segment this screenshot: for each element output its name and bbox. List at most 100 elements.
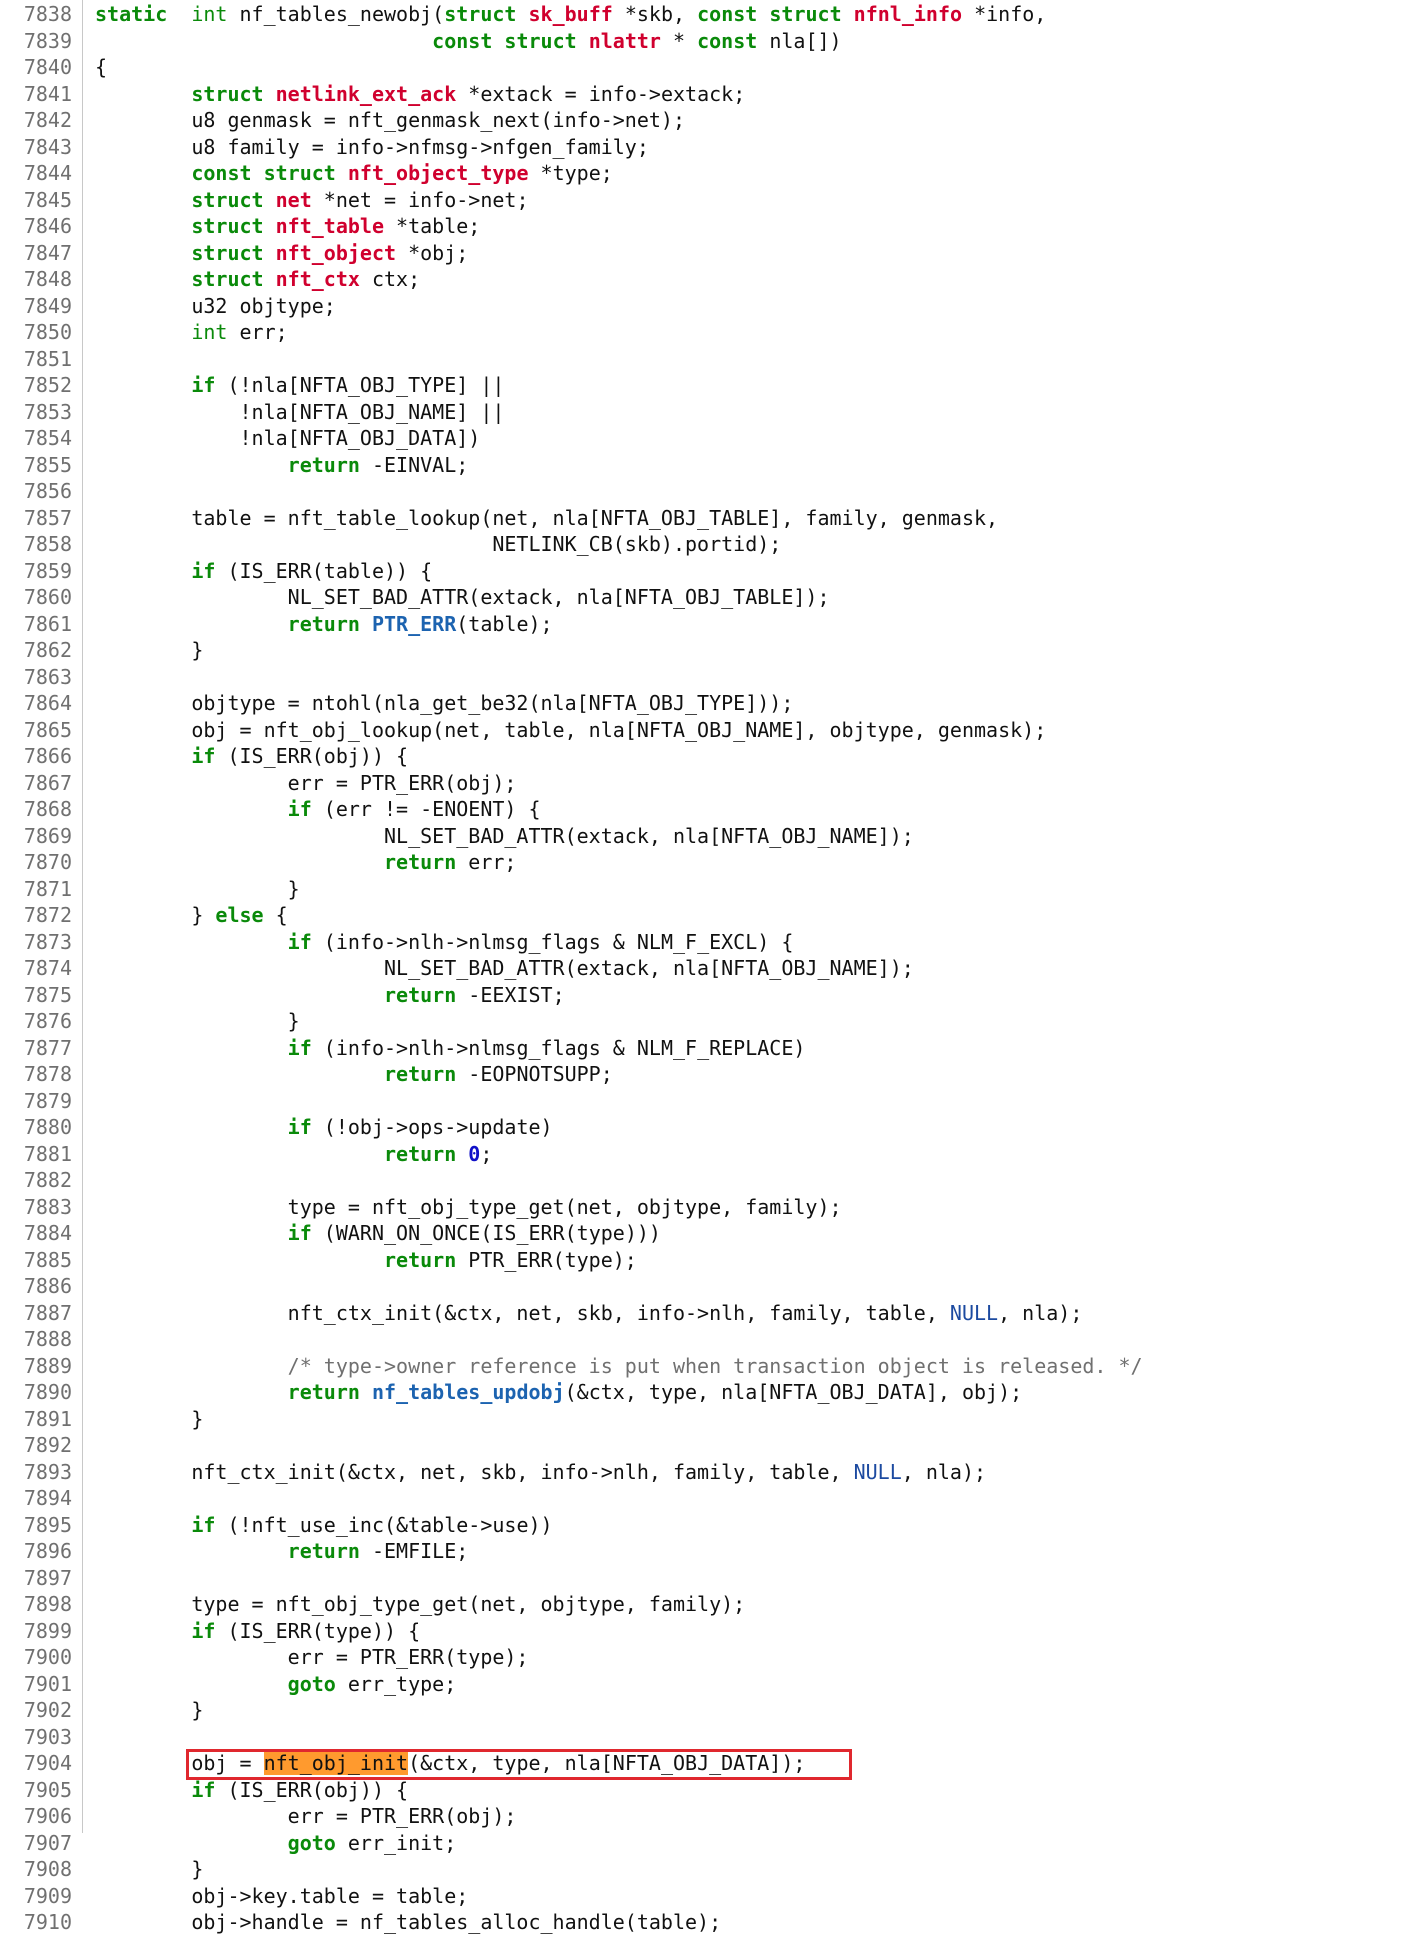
line-number[interactable]: 7863: [0, 665, 72, 690]
line-number[interactable]: 7897: [0, 1566, 72, 1591]
line-number[interactable]: 7902: [0, 1698, 72, 1723]
line-number[interactable]: 7878: [0, 1062, 72, 1087]
struct-name-token[interactable]: nfnl_info: [854, 2, 962, 26]
line-number[interactable]: 7867: [0, 771, 72, 796]
line-number[interactable]: 7907: [0, 1831, 72, 1856]
line-number[interactable]: 7873: [0, 930, 72, 955]
line-number[interactable]: 7856: [0, 479, 72, 504]
line-number[interactable]: 7896: [0, 1539, 72, 1564]
line-number[interactable]: 7858: [0, 532, 72, 557]
line-number[interactable]: 7884: [0, 1221, 72, 1246]
line-number[interactable]: 7872: [0, 903, 72, 928]
line-number[interactable]: 7838: [0, 2, 72, 27]
highlighted-token[interactable]: nft_obj_init: [263, 1751, 409, 1775]
line-number[interactable]: 7895: [0, 1513, 72, 1538]
line-number[interactable]: 7841: [0, 82, 72, 107]
line-number[interactable]: 7900: [0, 1645, 72, 1670]
line-number[interactable]: 7880: [0, 1115, 72, 1140]
line-number[interactable]: 7887: [0, 1301, 72, 1326]
line-number[interactable]: 7857: [0, 506, 72, 531]
line-number[interactable]: 7891: [0, 1407, 72, 1432]
line-number[interactable]: 7850: [0, 320, 72, 345]
struct-name-token[interactable]: nft_ctx: [276, 267, 360, 291]
line-number[interactable]: 7859: [0, 559, 72, 584]
line-number[interactable]: 7875: [0, 983, 72, 1008]
line-number[interactable]: 7855: [0, 453, 72, 478]
line-number[interactable]: 7846: [0, 214, 72, 239]
struct-name-token[interactable]: nft_object: [276, 241, 396, 265]
line-number[interactable]: 7851: [0, 347, 72, 372]
line-number[interactable]: 7848: [0, 267, 72, 292]
code-token: (&ctx, type, nla[NFTA_OBJ_DATA], obj);: [564, 1380, 1023, 1404]
line-number[interactable]: 7868: [0, 797, 72, 822]
line-number[interactable]: 7890: [0, 1380, 72, 1405]
line-number[interactable]: 7852: [0, 373, 72, 398]
struct-name-token[interactable]: nft_object_type: [348, 161, 529, 185]
line-number[interactable]: 7910: [0, 1910, 72, 1935]
line-number[interactable]: 7866: [0, 744, 72, 769]
line-number[interactable]: 7874: [0, 956, 72, 981]
line-number[interactable]: 7864: [0, 691, 72, 716]
line-number[interactable]: 7847: [0, 241, 72, 266]
line-number[interactable]: 7892: [0, 1433, 72, 1458]
line-number[interactable]: 7849: [0, 294, 72, 319]
line-number[interactable]: 7882: [0, 1168, 72, 1193]
line-number[interactable]: 7909: [0, 1884, 72, 1909]
line-number[interactable]: 7869: [0, 824, 72, 849]
line-number[interactable]: 7901: [0, 1672, 72, 1697]
line-number[interactable]: 7894: [0, 1486, 72, 1511]
line-number[interactable]: 7877: [0, 1036, 72, 1061]
code-token: u8 genmask = nft_genmask_next(info->net)…: [95, 108, 686, 132]
struct-name-token[interactable]: netlink_ext_ack: [276, 82, 457, 106]
code-token: (table);: [456, 611, 553, 636]
line-number[interactable]: 7845: [0, 188, 72, 213]
line-number[interactable]: 7888: [0, 1327, 72, 1352]
line-number[interactable]: 7904: [0, 1751, 72, 1776]
line-number[interactable]: 7876: [0, 1009, 72, 1034]
line-number[interactable]: 7883: [0, 1195, 72, 1220]
line-number[interactable]: 7905: [0, 1778, 72, 1803]
line-number[interactable]: 7886: [0, 1274, 72, 1299]
keyword-token: goto: [287, 1830, 336, 1855]
line-number[interactable]: 7870: [0, 850, 72, 875]
code-line: 7885 return PTR_ERR(type);: [0, 1248, 1410, 1273]
function-link-token[interactable]: nf_tables_updobj: [372, 1380, 565, 1404]
line-number[interactable]: 7862: [0, 638, 72, 663]
line-number[interactable]: 7908: [0, 1857, 72, 1882]
line-number[interactable]: 7840: [0, 55, 72, 80]
line-number[interactable]: 7860: [0, 585, 72, 610]
line-number[interactable]: 7844: [0, 161, 72, 186]
line-number[interactable]: 7843: [0, 135, 72, 160]
struct-name-token[interactable]: sk_buff: [529, 2, 613, 26]
line-number[interactable]: 7906: [0, 1804, 72, 1829]
code-token: (IS_ERR(obj)) {: [215, 1777, 409, 1802]
struct-name-token[interactable]: nft_table: [276, 214, 384, 238]
struct-name-token[interactable]: net: [276, 188, 312, 212]
line-number[interactable]: 7853: [0, 400, 72, 425]
function-link-token[interactable]: PTR_ERR: [372, 612, 456, 636]
keyword-token: struct: [191, 267, 264, 291]
line-number[interactable]: 7842: [0, 108, 72, 133]
line-number[interactable]: 7899: [0, 1619, 72, 1644]
line-number[interactable]: 7879: [0, 1089, 72, 1114]
line-number[interactable]: 7861: [0, 612, 72, 637]
code-text: nft_ctx_init(&ctx, net, skb, info->nlh, …: [95, 1301, 1083, 1326]
line-number[interactable]: 7898: [0, 1592, 72, 1617]
line-number[interactable]: 7885: [0, 1248, 72, 1273]
line-number[interactable]: 7889: [0, 1354, 72, 1379]
line-number[interactable]: 7881: [0, 1142, 72, 1167]
code-line: 7865 obj = nft_obj_lookup(net, table, nl…: [0, 718, 1410, 743]
line-number[interactable]: 7903: [0, 1725, 72, 1750]
keyword-token: return: [383, 1062, 457, 1086]
struct-name-token[interactable]: nlattr: [589, 29, 661, 53]
line-number[interactable]: 7865: [0, 718, 72, 743]
code-line: 7842 u8 genmask = nft_genmask_next(info-…: [0, 108, 1410, 133]
line-number[interactable]: 7854: [0, 426, 72, 451]
line-number[interactable]: 7893: [0, 1460, 72, 1485]
line-number[interactable]: 7871: [0, 877, 72, 902]
line-number[interactable]: 7839: [0, 29, 72, 54]
code-line: 7878 return -EOPNOTSUPP;: [0, 1062, 1410, 1087]
